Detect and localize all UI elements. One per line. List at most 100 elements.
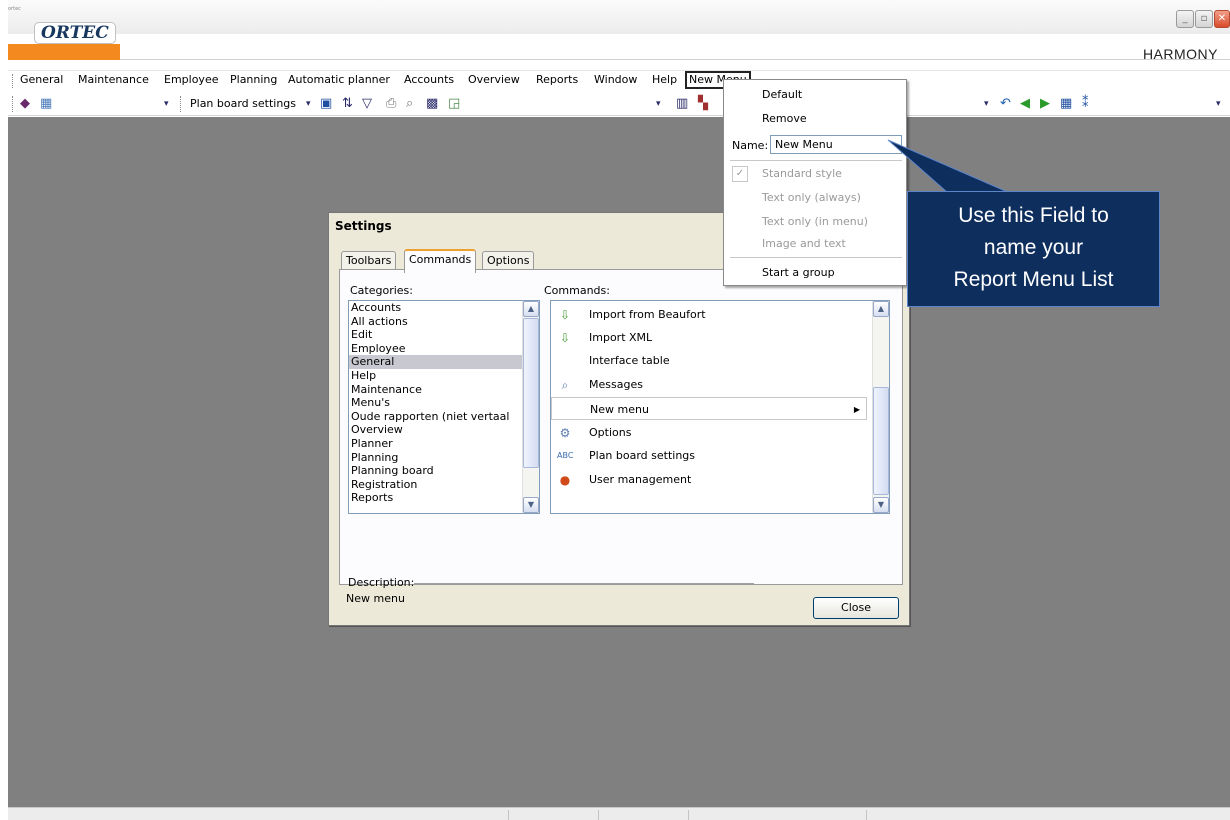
categories-scrollbar[interactable]: ▲ ▼ (522, 301, 539, 513)
list-item[interactable]: Edit (349, 328, 539, 342)
sort-icon[interactable]: ⇅ (342, 96, 353, 112)
toolbar: ◆ ▦ ▾ Plan board settings ▾ ▣ ⇅ ▽ ⎙ ⌕ ▩ … (8, 92, 1230, 116)
command-item-import-xml[interactable]: ⇩ Import XML (551, 326, 867, 349)
filter-icon[interactable]: ▽ (362, 96, 372, 112)
command-item-options[interactable]: ⚙ Options (551, 421, 867, 444)
plan-board-settings-button[interactable]: Plan board settings (190, 97, 296, 110)
calendar-icon[interactable]: ▦ (1060, 96, 1072, 112)
close-button[interactable]: Close (813, 597, 899, 619)
scroll-down-icon[interactable]: ▼ (523, 497, 539, 513)
menu-help[interactable]: Help (652, 73, 677, 86)
command-item-user-management[interactable]: ● User management (551, 468, 867, 491)
menubar-grip[interactable] (12, 74, 14, 88)
description-value: New menu (346, 592, 405, 605)
options-icon: ⚙ (559, 426, 571, 440)
command-item-messages[interactable]: ⌕ Messages (551, 373, 867, 396)
list-item[interactable]: Employee (349, 342, 539, 356)
tab-toolbars[interactable]: Toolbars (341, 251, 397, 271)
list-item[interactable]: Help (349, 369, 539, 383)
list-item[interactable]: Maintenance (349, 383, 539, 397)
menu-overview[interactable]: Overview (468, 73, 520, 86)
forward-icon[interactable]: ▶ (1040, 96, 1050, 112)
minimize-button[interactable]: _ (1176, 10, 1194, 28)
list-item[interactable]: Accounts (349, 301, 539, 315)
toolbar-dropdown-arrow-2[interactable]: ▾ (656, 96, 661, 112)
menu-reports[interactable]: Reports (536, 73, 578, 86)
commands-listbox[interactable]: ⇩ Import from Beaufort ⇩ Import XML Inte… (550, 300, 890, 514)
harmony-brand: HARMONY (1142, 46, 1218, 62)
list-item[interactable]: Oude rapporten (niet vertaal (349, 410, 539, 424)
undo-icon[interactable]: ↶ (1000, 96, 1011, 112)
menu-item-remove[interactable]: Remove (762, 112, 807, 125)
menu-maintenance[interactable]: Maintenance (78, 73, 149, 86)
menu-separator (730, 257, 902, 258)
scroll-up-icon[interactable]: ▲ (523, 301, 539, 317)
logo-small-text: ortec (8, 6, 21, 12)
categories-list: Accounts All actions Edit Employee Gener… (349, 301, 539, 505)
description-divider (414, 583, 754, 584)
app-logo: ortec ORTEC (8, 6, 118, 46)
callout-line-1: Use this Field to (958, 204, 1109, 227)
back-icon[interactable]: ◀ (1020, 96, 1030, 112)
menu-employee[interactable]: Employee (164, 73, 218, 86)
command-item-import-from-beaufort[interactable]: ⇩ Import from Beaufort (551, 303, 867, 326)
pointer-icon[interactable]: ▚ (698, 96, 708, 112)
menu-bar: General Maintenance Employee Planning Au… (8, 70, 1230, 90)
list-item[interactable]: Planning (349, 451, 539, 465)
menu-item-default[interactable]: Default (762, 88, 802, 101)
list-item[interactable]: Registration (349, 478, 539, 492)
menu-window[interactable]: Window (594, 73, 637, 86)
print-preview-icon[interactable]: ⌕ (406, 96, 413, 112)
menu-general[interactable]: General (20, 73, 63, 86)
annotation-callout: Use this Field to name your Report Menu … (907, 191, 1160, 307)
callout-line-3: Report Menu List (953, 268, 1114, 291)
close-window-button[interactable]: ✕ (1214, 10, 1230, 28)
list-item[interactable]: Planner (349, 437, 539, 451)
command-item-plan-board-settings[interactable]: ABC Plan board settings (551, 444, 867, 467)
menu-name-input[interactable] (770, 135, 902, 154)
list-item-selected[interactable]: General (349, 355, 539, 369)
menu-automatic-planner[interactable]: Automatic planner (288, 73, 390, 86)
command-item-new-menu[interactable]: New menu ▶ (551, 397, 867, 420)
columns-icon[interactable]: ▥ (676, 96, 688, 112)
split-icon[interactable]: ⁑ (1082, 96, 1089, 112)
ortec-logo: ORTEC (34, 22, 116, 44)
tab-options[interactable]: Options (482, 251, 535, 271)
plan-board-dropdown-arrow[interactable]: ▾ (306, 96, 311, 112)
list-item[interactable]: Reports (349, 491, 539, 505)
import-icon: ⇩ (559, 308, 571, 322)
toolbar-dropdown-arrow-1[interactable]: ▾ (164, 96, 169, 112)
menu-accounts[interactable]: Accounts (404, 73, 454, 86)
tab-commands[interactable]: Commands (404, 249, 477, 273)
toolbar-dropdown-arrow-3[interactable]: ▾ (984, 96, 989, 112)
toolbar-grip[interactable] (12, 96, 14, 112)
list-item[interactable]: Planning board (349, 464, 539, 478)
name-label: Name: (732, 139, 769, 152)
chart-icon[interactable]: ◲ (448, 96, 460, 112)
command-item-interface-table[interactable]: Interface table (551, 349, 867, 372)
scroll-thumb[interactable] (523, 318, 539, 468)
submenu-arrow-icon: ▶ (853, 405, 860, 414)
scroll-down-icon[interactable]: ▼ (873, 497, 889, 513)
scroll-thumb[interactable] (873, 387, 889, 495)
user-icon: ● (559, 473, 571, 487)
grid-icon[interactable]: ▦ (40, 96, 52, 112)
categories-label: Categories: (350, 284, 413, 297)
table-icon[interactable]: ▩ (426, 96, 438, 112)
toolbar-overflow-arrow[interactable]: ▾ (1216, 96, 1221, 112)
commands-scrollbar[interactable]: ▲ ▼ (872, 301, 889, 513)
book-icon[interactable]: ◆ (20, 96, 30, 112)
print-icon[interactable]: ⎙ (386, 96, 396, 112)
categories-listbox[interactable]: Accounts All actions Edit Employee Gener… (348, 300, 540, 514)
menu-item-start-group[interactable]: Start a group (762, 266, 835, 279)
maximize-button[interactable]: ▫ (1195, 10, 1213, 28)
menu-planning[interactable]: Planning (230, 73, 277, 86)
list-item[interactable]: Menu's (349, 396, 539, 410)
list-item[interactable]: All actions (349, 315, 539, 329)
scroll-up-icon[interactable]: ▲ (873, 301, 889, 317)
toolbar-grip-2[interactable] (180, 96, 182, 112)
title-bar (8, 0, 1230, 34)
list-item[interactable]: Overview (349, 423, 539, 437)
save-icon[interactable]: ▣ (320, 96, 332, 112)
commands-label: Commands: (544, 284, 610, 297)
